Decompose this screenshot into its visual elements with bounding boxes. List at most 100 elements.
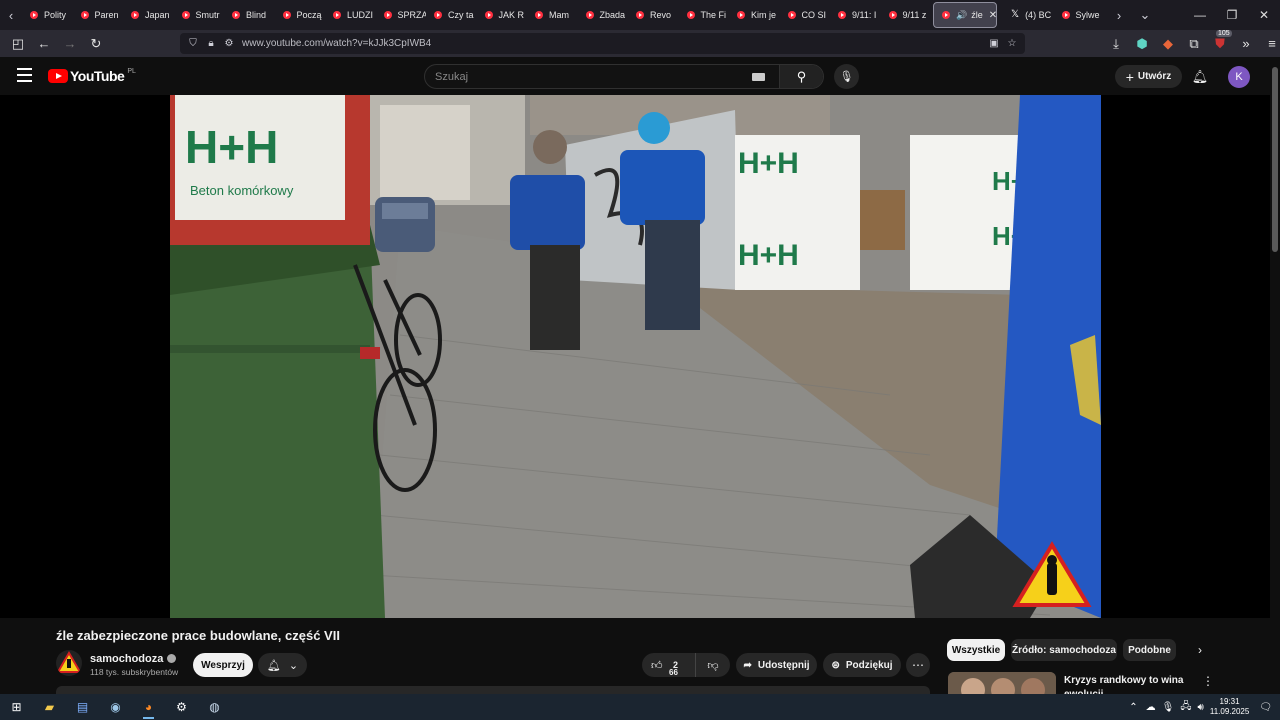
shield-icon[interactable]: ⛉ — [184, 38, 202, 49]
microphone-icon[interactable]: 🎙︎ — [1162, 702, 1175, 713]
chip-related[interactable]: Podobne — [1123, 639, 1176, 661]
youtube-favicon-icon — [686, 11, 695, 19]
tab-list-chevron-down-icon[interactable]: ⌄ — [1134, 0, 1156, 30]
chip-source-channel[interactable]: Źródło: samochodoza — [1011, 639, 1117, 661]
extension-fox-icon[interactable]: ◆ — [1156, 32, 1180, 56]
tab-active[interactable]: 🔊 źle ✕ — [933, 2, 997, 28]
browser-tab[interactable]: Czy ta — [426, 0, 477, 30]
tabs-scroll-left-icon[interactable]: ‹ — [0, 0, 22, 30]
tabs-scroll-right-icon[interactable]: › — [1108, 0, 1130, 30]
page-scrollbar[interactable] — [1270, 57, 1280, 694]
browser-tab[interactable]: Polity — [22, 0, 73, 30]
browser-tab[interactable]: Zbada — [578, 0, 629, 30]
channel-name-text[interactable]: samochodoza — [90, 653, 163, 665]
tab-label: Mam — [549, 10, 569, 20]
browser-tab[interactable]: JAK R — [477, 0, 528, 30]
thanks-button[interactable]: ⊜ Podziękuj — [823, 653, 901, 677]
youtube-logo[interactable]: YouTube PL — [48, 68, 136, 84]
browser-tab[interactable]: LUDZI — [325, 0, 376, 30]
bookmark-star-icon[interactable]: ☆ — [1003, 38, 1021, 49]
dislike-button[interactable]: 👎︎ — [696, 653, 730, 677]
minimize-icon[interactable]: — — [1184, 0, 1216, 30]
youtube-play-icon — [48, 69, 68, 83]
guide-menu-icon[interactable] — [17, 68, 32, 82]
extension-shield-icon[interactable]: ⬢ — [1130, 32, 1154, 56]
url-text[interactable]: www.youtube.com/watch?v=kJJk3CpIWB4 — [242, 38, 431, 49]
close-window-icon[interactable]: ✕ — [1248, 0, 1280, 30]
restore-icon[interactable]: ❐ — [1216, 0, 1248, 30]
recommended-video-title[interactable]: Kryzys randkowy to wina ewolucji — [1064, 674, 1194, 694]
share-button[interactable]: ➦ Udostępnij — [736, 653, 817, 677]
browser-tab[interactable]: Począ — [275, 0, 326, 30]
chip-all[interactable]: Wszystkie — [947, 639, 1005, 661]
menu-hamburger-icon[interactable]: ≡ — [1260, 32, 1280, 56]
tab-label: Blind — [246, 10, 267, 20]
create-button[interactable]: + Utwórz — [1115, 65, 1182, 88]
browser-tab[interactable]: 9/11 z — [881, 0, 932, 30]
description-box[interactable] — [56, 686, 930, 694]
forward-icon[interactable]: → — [58, 32, 82, 56]
steam-icon[interactable]: ◉ — [99, 694, 132, 720]
recommended-more-vertical-icon[interactable]: ⋮ — [1202, 674, 1214, 688]
tab-x[interactable]: 𝕏 (4) BC — [1003, 0, 1054, 30]
browser-tab[interactable]: SPRZĄ — [376, 0, 426, 30]
youtube-favicon-icon — [282, 11, 291, 19]
search-input[interactable] — [425, 65, 752, 88]
volume-icon[interactable]: 🔊︎ — [1198, 702, 1204, 713]
overflow-chevrons-icon[interactable]: » — [1234, 32, 1258, 56]
sidebar-toggle-icon[interactable]: ◰ — [6, 32, 30, 56]
browser-tab[interactable]: 9/11: I — [830, 0, 881, 30]
notifications-icon[interactable]: 🗨︎ — [1259, 702, 1272, 713]
browser-tab[interactable]: Revo — [628, 0, 679, 30]
url-bar[interactable]: ⛉ 🔒︎ ⚙ www.youtube.com/watch?v=kJJk3CpIW… — [180, 33, 1025, 54]
keyboard-icon[interactable] — [752, 72, 765, 81]
notifications-button[interactable]: 🔔︎ — [1189, 66, 1211, 88]
search-box: ⚲ — [424, 64, 824, 89]
like-button[interactable]: 👍︎ 2 66 — [642, 653, 696, 677]
onedrive-cloud-icon[interactable]: ☁ — [1146, 702, 1156, 713]
video-frame[interactable]: H+H Beton komórkowy H+H H+H H+ H+ — [170, 95, 1101, 618]
back-icon[interactable]: ← — [32, 32, 56, 56]
app-monitor-icon[interactable]: ▤ — [66, 694, 99, 720]
notification-settings-button[interactable]: 🔔︎ ⌄ — [258, 653, 307, 677]
app-globe-icon[interactable]: ◍ — [198, 694, 231, 720]
browser-tab[interactable]: The Fi — [679, 0, 730, 30]
more-horizontal-icon: ⋯ — [912, 658, 924, 672]
network-icon[interactable]: 🖧 — [1180, 699, 1191, 716]
voice-search-button[interactable]: 🎙︎ — [834, 64, 859, 89]
tab-close-icon[interactable]: ✕ — [989, 10, 996, 21]
settings-gear-icon[interactable]: ⚙ — [165, 694, 198, 720]
tab-label: (4) BC — [1025, 10, 1052, 20]
lock-icon[interactable]: 🔒︎ — [202, 38, 220, 49]
browser-tab[interactable]: Mam — [527, 0, 578, 30]
downloads-icon[interactable]: ⤓ — [1104, 32, 1128, 56]
more-actions-button[interactable]: ⋯ — [906, 653, 930, 677]
browser-tab[interactable]: Blind — [224, 0, 275, 30]
permissions-icon[interactable]: ⚙ — [220, 38, 238, 49]
picture-in-picture-icon[interactable]: ▣ — [985, 38, 1003, 49]
windows-start-icon[interactable]: ⊞ — [0, 694, 33, 720]
extensions-puzzle-icon[interactable]: ⧉ — [1182, 32, 1206, 56]
tray-chevron-up-icon[interactable]: ⌃ — [1129, 702, 1137, 713]
account-avatar[interactable]: K — [1228, 66, 1250, 88]
channel-avatar[interactable] — [56, 650, 82, 676]
tab-sylwe[interactable]: Sylwe — [1054, 0, 1105, 30]
search-button[interactable]: ⚲ — [779, 65, 823, 88]
browser-tab[interactable]: CO SI — [780, 0, 831, 30]
scrollbar-thumb[interactable] — [1272, 67, 1278, 252]
browser-tab[interactable]: Japan — [123, 0, 174, 30]
video-player[interactable]: H+H Beton komórkowy H+H H+H H+ H+ — [0, 95, 1270, 618]
ublock-icon[interactable]: ⛊ 105 — [1208, 29, 1232, 56]
clock[interactable]: 19:31 11.09.2025 — [1210, 697, 1249, 717]
browser-tab[interactable]: Smutr — [174, 0, 225, 30]
speaker-icon[interactable]: 🔊 — [956, 10, 967, 21]
join-button[interactable]: Wesprzyj — [193, 653, 253, 677]
channel-name[interactable]: samochodoza — [90, 653, 177, 665]
recommended-video-thumbnail[interactable] — [948, 672, 1056, 694]
browser-tab[interactable]: Kim je — [729, 0, 780, 30]
chips-next-chevron-icon[interactable]: › — [1190, 640, 1210, 660]
browser-tab[interactable]: Paren — [73, 0, 124, 30]
firefox-icon[interactable]: ◕ — [132, 694, 165, 720]
reload-icon[interactable]: ↻ — [84, 32, 108, 56]
file-explorer-icon[interactable]: ▰ — [33, 694, 66, 720]
